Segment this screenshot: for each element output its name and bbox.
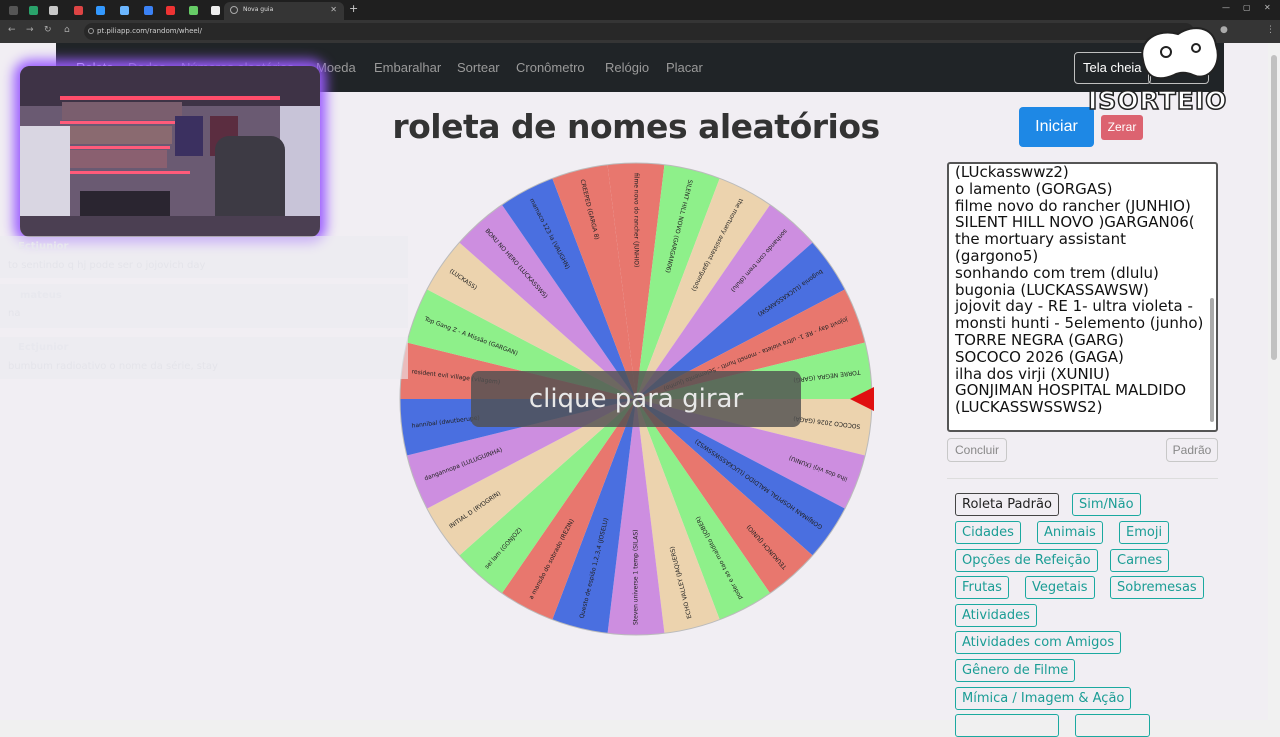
browser-tab-bar: Nova guia ✕ + — ▢ ✕ — [0, 0, 1280, 20]
chat-text: to sentindo q hj pode ser o jojovich day — [8, 260, 206, 271]
nav-placar[interactable]: Placar — [666, 60, 703, 75]
reload-icon[interactable]: ↻ — [44, 25, 52, 35]
preset-animais[interactable]: Animais — [1037, 521, 1103, 544]
pinned-tab[interactable] — [116, 3, 134, 18]
name-line: (LUckasswwz2) — [955, 163, 1069, 181]
names-list: (LUckasswwz2) o lamento (GORGAS) filme nov… — [955, 164, 1210, 416]
preset-sobremesas[interactable]: Sobremesas — [1110, 576, 1204, 599]
divider — [947, 478, 1218, 479]
conclude-button[interactable]: Concluir — [947, 438, 1007, 462]
chat-message: Ectjunior bumbum radioativo o nome da sé… — [0, 337, 408, 379]
spin-button[interactable]: clique para girar — [471, 371, 801, 427]
nav-moeda[interactable]: Moeda — [316, 60, 356, 75]
nav-relogio[interactable]: Relógio — [605, 60, 649, 75]
preset-more[interactable] — [955, 714, 1059, 737]
name-line: jojovit day - RE 1- ultra violeta - — [955, 297, 1193, 316]
page-scrollbar[interactable] — [1268, 43, 1280, 720]
scrollbar-thumb[interactable] — [1271, 55, 1277, 360]
active-tab[interactable]: Nova guia ✕ — [224, 2, 344, 20]
url-field[interactable]: pt.piliapp.com/random/wheel/ — [84, 23, 1194, 40]
pinned-tab[interactable] — [207, 3, 225, 18]
preset-vegetais[interactable]: Vegetais — [1025, 576, 1095, 599]
pinned-tab[interactable] — [162, 3, 180, 18]
chat-username: mateus — [20, 290, 62, 301]
name-line: the mortuary assistant — [955, 230, 1126, 249]
preset-cidades[interactable]: Cidades — [955, 521, 1021, 544]
preset-atividades[interactable]: Atividades — [955, 604, 1037, 627]
site-info-icon[interactable] — [88, 28, 94, 34]
name-line: sonhando com trem (dlulu) — [955, 263, 1159, 282]
chat-text: na — [8, 308, 21, 319]
wheel-segment-label: filme novo do rancher (JUNHIO) — [633, 173, 640, 267]
chat-username: Ectjunior — [18, 241, 69, 252]
preset-sim-nao[interactable]: Sim/Não — [1072, 493, 1141, 516]
name-line: (gargono5) — [955, 246, 1039, 265]
url-text: pt.piliapp.com/random/wheel/ — [97, 27, 202, 35]
name-line: TORRE NEGRA (GARG) — [955, 330, 1124, 349]
pinned-tab[interactable] — [140, 3, 158, 18]
chat-text: bumbum radioativo o nome da série, stay — [8, 361, 218, 372]
pinned-tab[interactable] — [185, 3, 203, 18]
globe-icon — [230, 6, 238, 14]
preset-emoji[interactable]: Emoji — [1119, 521, 1170, 544]
preset-carnes[interactable]: Carnes — [1110, 549, 1170, 572]
nav-cronometro[interactable]: Cronômetro — [516, 60, 585, 75]
name-line: GONJIMAN HOSPITAL MALDIDO — [955, 381, 1187, 400]
chat-message: Ectjunior to sentindo q hj pode ser o jo… — [0, 236, 408, 278]
names-scrollbar-thumb[interactable] — [1210, 298, 1214, 422]
name-line: SOCOCO 2026 (GAGA) — [955, 347, 1124, 366]
name-line: bugonia (LUCKASSAWSW) — [955, 280, 1149, 299]
preset-frutas[interactable]: Frutas — [955, 576, 1009, 599]
preset-mimica[interactable]: Mímica / Imagem & Ação — [955, 687, 1132, 710]
wheel-segment-label: Steven universe 1 temp (SILAS) — [633, 530, 640, 626]
close-window-button[interactable]: ✕ — [1264, 3, 1271, 12]
pinned-tab[interactable] — [92, 3, 110, 18]
webcam-overlay — [20, 66, 320, 237]
close-tab-icon[interactable]: ✕ — [330, 2, 337, 18]
tab-list-button[interactable] — [5, 3, 23, 18]
forward-icon[interactable]: → — [26, 25, 34, 35]
pinned-tab[interactable] — [45, 3, 63, 18]
page-title: roleta de nomes aleatórios — [392, 107, 880, 146]
chat-username: Ectjunior — [18, 342, 69, 353]
pinned-tab[interactable] — [25, 3, 43, 18]
start-button[interactable]: Iniciar — [1019, 107, 1094, 147]
nav-embaralhar[interactable]: Embaralhar — [374, 60, 441, 75]
preset-roleta-padrao[interactable]: Roleta Padrão — [955, 493, 1059, 516]
preset-opcoes-refeicao[interactable]: Opções de Refeição — [955, 549, 1098, 572]
name-line: ilha dos virji (XUNIU) — [955, 364, 1110, 383]
names-scrollbar[interactable] — [1210, 170, 1214, 426]
preset-genero-filme[interactable]: Gênero de Filme — [955, 659, 1076, 682]
tab-title: Nova guia — [243, 6, 274, 13]
menu-icon[interactable]: ⋮ — [1266, 25, 1275, 35]
name-line: SILENT HILL NOVO )GARGAN06( — [955, 213, 1195, 232]
maximize-button[interactable]: ▢ — [1243, 3, 1251, 12]
name-line: filme novo do rancher (JUNHIO) — [955, 196, 1191, 215]
names-textarea[interactable]: (LUckasswwz2) o lamento (GORGAS) filme nov… — [947, 162, 1218, 432]
default-button[interactable]: Padrão — [1166, 438, 1218, 462]
preset-more[interactable] — [1075, 714, 1150, 737]
new-tab-button[interactable]: + — [349, 2, 358, 15]
nav-sortear[interactable]: Sortear — [457, 60, 500, 75]
minimize-button[interactable]: — — [1222, 3, 1230, 12]
preset-atividades-amigos[interactable]: Atividades com Amigos — [955, 631, 1122, 654]
pinned-tab[interactable] — [70, 3, 88, 18]
reset-button[interactable]: Zerar — [1101, 115, 1143, 140]
chat-message: mateus na — [0, 284, 408, 328]
webcam-feed — [20, 66, 320, 237]
name-line: o lamento (GORGAS) — [955, 179, 1113, 198]
name-line: monsti hunti - 5elemento (junho) — [955, 314, 1204, 333]
logo-text: ISORTEIO — [1087, 85, 1228, 116]
back-icon[interactable]: ← — [8, 25, 16, 35]
home-icon[interactable]: ⌂ — [64, 25, 70, 35]
name-line: (LUCKASSWSSWS2) — [955, 398, 1103, 417]
